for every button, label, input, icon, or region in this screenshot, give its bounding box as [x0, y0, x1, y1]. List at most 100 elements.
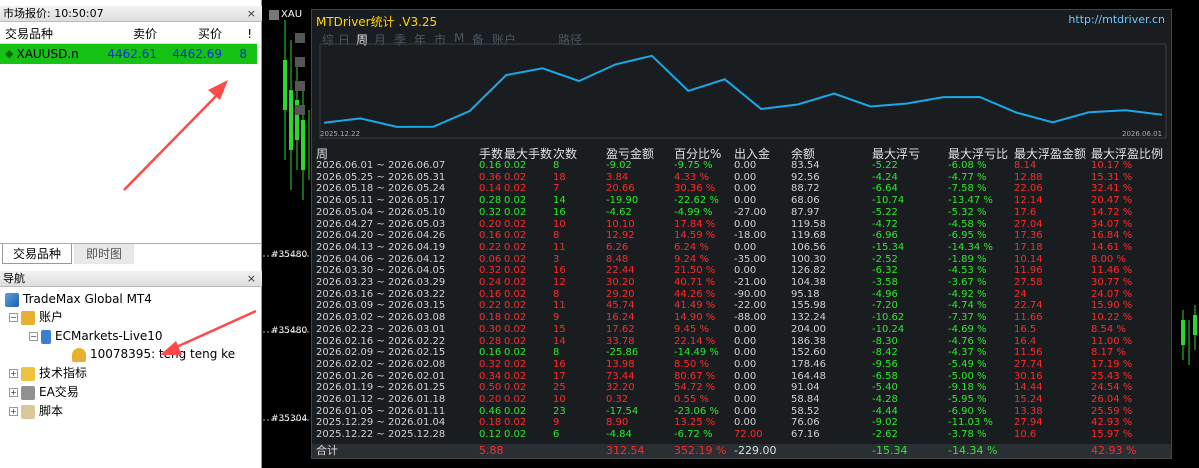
table-cell: 126.82 — [791, 265, 826, 277]
table-cell: 15 — [553, 323, 566, 335]
table-cell: 14 — [553, 335, 566, 347]
table-cell: 178.46 — [791, 358, 826, 370]
table-cell: 0.02 — [504, 417, 527, 429]
table-cell: 30.36 % — [674, 183, 716, 195]
table-cell: -6.72 % — [674, 429, 713, 441]
table-cell: 54.72 % — [674, 382, 716, 394]
table-cell: 0.02 — [504, 241, 527, 253]
table-cell: 16.5 — [1014, 323, 1037, 335]
table-cell: 2026.02.09 ~ 2026.02.15 — [316, 347, 446, 359]
table-cell: 0.02 — [504, 195, 527, 207]
expand-icon[interactable]: + — [9, 369, 18, 378]
tree-item-terminal[interactable]: TradeMax Global MT4 — [5, 290, 152, 309]
table-cell: 11 — [553, 300, 566, 312]
experts-icon — [21, 385, 35, 400]
table-cell: 10.10 — [606, 218, 635, 230]
curve-end-date: 2026.06.01 — [1122, 130, 1163, 138]
table-cell: 0.14 — [479, 183, 502, 195]
table-cell: 2026.04.20 ~ 2026.04.26 — [316, 230, 446, 242]
bid-price: 4462.61 — [107, 47, 157, 61]
chart-menu-icon[interactable] — [269, 10, 279, 20]
table-cell: 9.24 % — [674, 253, 709, 265]
collapse-icon[interactable]: − — [9, 313, 18, 322]
table-cell: 0.02 — [504, 323, 527, 335]
annotation-arrow-bottom — [160, 309, 257, 355]
table-cell: 26.04 % — [1091, 394, 1133, 405]
table-cell: -4.96 — [872, 288, 898, 300]
tab-symbols[interactable]: 交易品种 — [2, 244, 72, 264]
table-cell: 0.22 — [479, 300, 502, 312]
collapse-icon[interactable]: − — [29, 332, 38, 341]
table-cell: 2026.04.13 ~ 2026.04.19 — [316, 241, 446, 253]
col-bid-header[interactable]: 卖价 — [99, 24, 157, 43]
tab-tick-chart[interactable]: 即时图 — [74, 244, 134, 264]
table-cell: -17.54 — [606, 405, 639, 417]
table-cell: 11.46 % — [1091, 265, 1133, 277]
table-cell: 30.16 — [1014, 370, 1043, 382]
table-cell: 2026.03.30 ~ 2026.04.05 — [316, 265, 446, 277]
chart-side-icons — [295, 30, 309, 190]
table-cell: -4.76 % — [948, 335, 987, 347]
table-cell: -9.18 % — [948, 382, 987, 394]
symbol-row-xauusd[interactable]: ◆ XAUUSD.n 4462.61 4462.69 8 — [0, 44, 257, 64]
table-cell: 92.56 — [791, 171, 820, 183]
table-cell: 11.66 — [1014, 312, 1043, 324]
table-cell: -3.58 — [872, 277, 898, 288]
table-cell: -35.00 — [734, 253, 767, 265]
table-cell: 30.20 — [606, 277, 635, 288]
annotation-arrow-top — [123, 80, 228, 191]
tree-item-scripts[interactable]: + 脚本 — [9, 402, 63, 421]
table-cell: -3.67 % — [948, 277, 987, 288]
table-cell: 0.18 — [479, 312, 502, 324]
tree-item-server[interactable]: − ECMarkets-Live10 — [29, 327, 163, 346]
left-panel: 市场报价: 10:50:07 × 交易品种 卖价 买价 ! ◆ XAUUSD.n… — [0, 0, 262, 468]
mtdriver-title: MTDriver统计 .V3.25 — [316, 15, 438, 29]
table-cell: -6.96 — [872, 230, 898, 242]
table-cell: 22.06 — [1014, 183, 1043, 195]
col-symbol-header[interactable]: 交易品种 — [0, 24, 99, 43]
table-cell: 22.74 — [1014, 300, 1043, 312]
table-cell: -8.42 — [872, 347, 898, 359]
table-cell: 8.14 — [1014, 160, 1037, 171]
navigator-close-icon[interactable]: × — [247, 271, 256, 287]
table-cell: -18.00 — [734, 230, 767, 242]
tree-item-accounts[interactable]: − 账户 — [9, 308, 63, 327]
balance-curve — [319, 43, 1167, 139]
table-cell: 95.18 — [791, 288, 820, 300]
table-cell: 0.02 — [504, 230, 527, 242]
table-cell: -88.00 — [734, 312, 767, 324]
table-cell: 2026.05.11 ~ 2026.05.17 — [316, 195, 446, 207]
navigator-titlebar: 导航 × — [0, 271, 262, 287]
table-cell: -2.52 — [872, 253, 898, 265]
table-cell: 24.54 % — [1091, 382, 1133, 394]
table-cell: 58.52 — [791, 405, 820, 417]
user-icon — [72, 347, 86, 362]
table-cell: 0.02 — [504, 382, 527, 394]
table-cell: 8.90 — [606, 417, 629, 429]
col-ask-header[interactable]: 买价 — [157, 24, 222, 43]
table-cell: 0.02 — [504, 277, 527, 288]
table-cell: 27.94 — [1014, 417, 1043, 429]
expand-icon[interactable]: + — [9, 407, 18, 416]
table-cell: 0.30 — [479, 323, 502, 335]
table-cell: 0.02 — [504, 171, 527, 183]
table-cell: 0.02 — [504, 347, 527, 359]
table-cell: 25.59 % — [1091, 405, 1133, 417]
table-cell: -4.84 — [606, 429, 632, 441]
table-cell: 8.50 % — [674, 358, 709, 370]
tree-item-indicators[interactable]: + 技术指标 — [9, 364, 87, 383]
market-watch-close-icon[interactable]: × — [247, 6, 256, 22]
table-cell: 11.00 % — [1091, 335, 1133, 347]
mtdriver-url[interactable]: http://mtdriver.cn — [1068, 13, 1165, 26]
table-cell: 0.02 — [504, 288, 527, 300]
col-spread-header[interactable]: ! — [222, 24, 252, 43]
balance-line — [323, 54, 1163, 128]
table-cell: 2026.05.04 ~ 2026.05.10 — [316, 206, 446, 218]
table-cell: 8 — [553, 288, 560, 300]
footer-cell: 42.93 % — [1091, 444, 1137, 457]
expand-icon[interactable]: + — [9, 388, 18, 397]
table-cell: 17.19 % — [1091, 358, 1133, 370]
table-cell: 2025.12.22 ~ 2025.12.28 — [316, 429, 446, 441]
table-cell: 10.14 — [1014, 253, 1043, 265]
tree-item-experts[interactable]: + EA交易 — [9, 383, 79, 402]
